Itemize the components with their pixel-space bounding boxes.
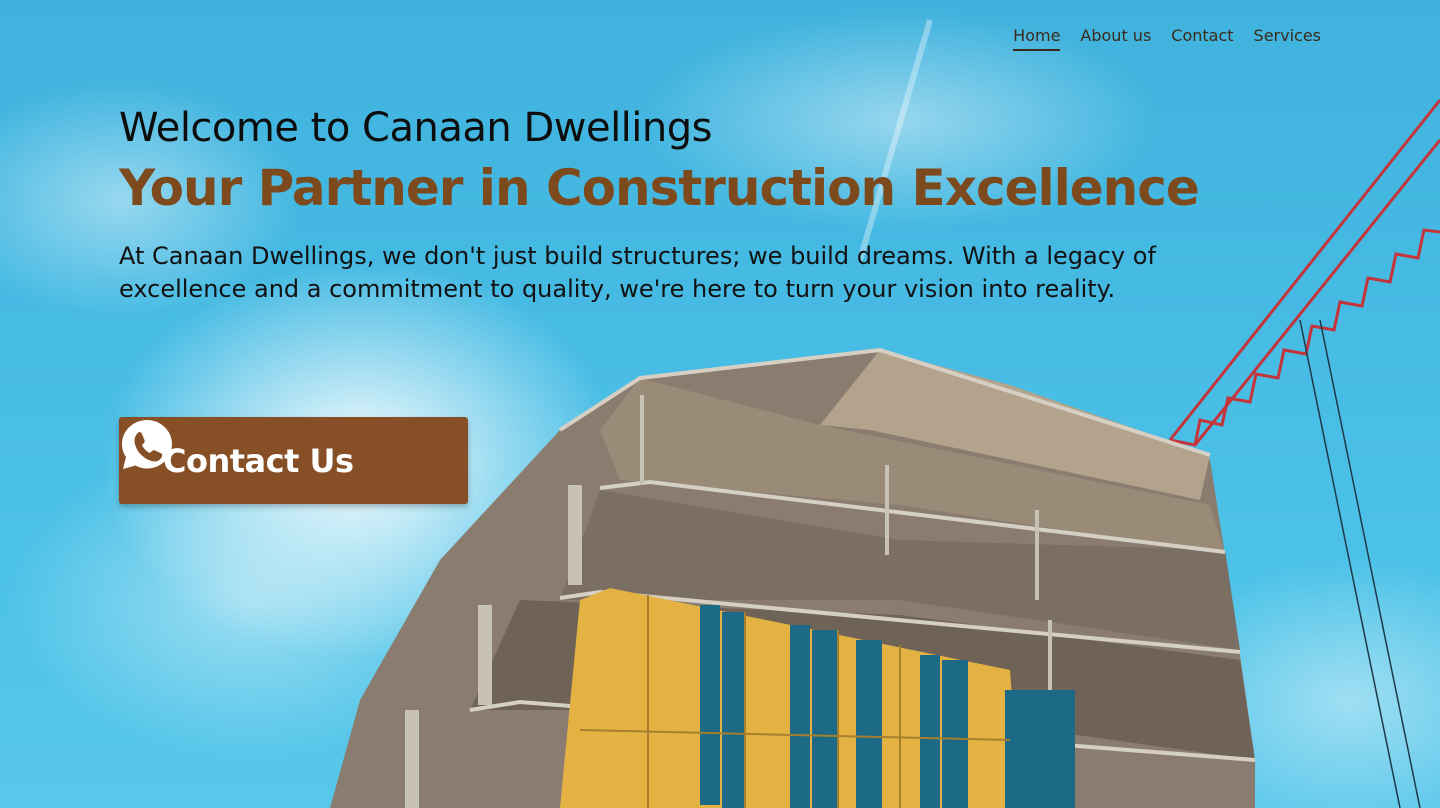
hero-description: At Canaan Dwellings, we don't just build… — [119, 242, 1156, 303]
main-nav: Home About us Contact Services — [1013, 26, 1321, 51]
contact-us-button[interactable]: Contact Us — [119, 417, 468, 504]
tagline-heading: Your Partner in Construction Excellence — [119, 159, 1200, 217]
contact-us-label: Contact Us — [163, 441, 354, 480]
hero-section: Home About us Contact Services Welcome t… — [0, 0, 1440, 808]
nav-home-link[interactable]: Home — [1013, 26, 1061, 51]
nav-contact-link[interactable]: Contact — [1171, 26, 1233, 51]
hero-content: Welcome to Canaan Dwellings Your Partner… — [119, 104, 1219, 306]
nav-about-link[interactable]: About us — [1080, 26, 1151, 51]
nav-services-link[interactable]: Services — [1254, 26, 1321, 51]
welcome-heading: Welcome to Canaan Dwellings — [119, 105, 712, 151]
whatsapp-icon — [122, 420, 172, 469]
